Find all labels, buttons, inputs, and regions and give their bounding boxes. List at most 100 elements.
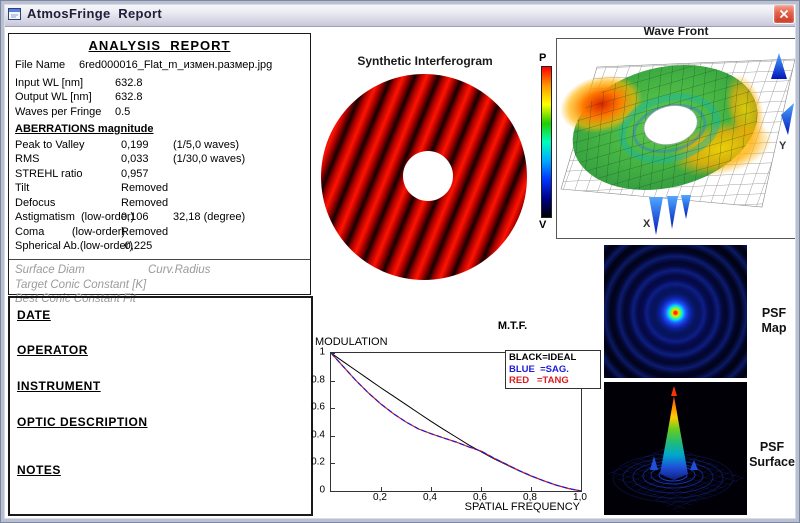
mtf-x-axis-title: SPATIAL FREQUENCY: [464, 501, 580, 513]
aberration-extra: [173, 181, 310, 196]
mtf-x-tick-mark: [531, 487, 532, 491]
section-divider: [9, 258, 310, 260]
mtf-y-tick-mark: [331, 408, 335, 410]
aberration-value: 0,957: [121, 167, 149, 180]
file-name-label: File Name: [15, 59, 66, 71]
mtf-x-tick-mark: [481, 487, 482, 491]
aberration-label: Astigmatism (low-order): [15, 211, 135, 224]
conic-left-label: Surface Diam: [15, 263, 85, 276]
aberration-value: Removed: [121, 225, 169, 238]
aberration-row: Astigmatism (low-order) 0,106 32,18 (deg…: [9, 210, 310, 225]
param-row: Input WL [nm] 632.8: [9, 76, 310, 90]
aberration-row: STREHL ratio 0,957: [9, 167, 310, 182]
analysis-report-panel: ANALYSIS REPORT File Name 6red000016_Fla…: [8, 33, 311, 305]
param-value: 632.8: [115, 91, 143, 104]
mtf-y-tick: 0.2: [311, 456, 325, 468]
aberration-label: Tilt: [15, 182, 30, 195]
mtf-y-tick-mark: [331, 463, 335, 465]
aberration-extra: [173, 225, 310, 240]
mtf-y-tick-mark: [331, 380, 335, 382]
aberration-row: Peak to Valley 0,199 (1/5,0 waves): [9, 138, 310, 153]
param-label: Input WL [nm]: [15, 77, 84, 89]
aberration-row: Coma (low-order) Removed: [9, 225, 310, 240]
aberration-row: Spherical Ab.(low-order) -0,225: [9, 239, 310, 254]
wavefront-surface-plot: X Y: [560, 53, 796, 235]
mtf-y-tick: 0.4: [311, 429, 325, 441]
conic-right-label: Curv.Radius: [148, 263, 211, 276]
psf-surface-image: [604, 382, 747, 515]
mtf-title: M.T.F.: [497, 320, 528, 332]
aberration-extra: (1/30,0 waves): [173, 153, 246, 166]
aberration-value: 0,199: [121, 138, 149, 151]
mtf-y-tick-mark: [331, 353, 335, 354]
conic-right-label: [148, 278, 310, 293]
aberration-label: Spherical Ab.(low-order): [15, 240, 133, 253]
mtf-y-tick-labels: 1 0.8 0.6 0.4 0.2 0: [300, 347, 327, 496]
wavefront-y-axis-label: Y: [779, 140, 787, 152]
psf-map-label: PSF Map: [746, 306, 800, 336]
aberration-value: Removed: [121, 182, 169, 195]
aberration-value: 0,106: [121, 211, 149, 224]
mtf-x-tick-mark: [381, 487, 382, 491]
aberration-value: -0,225: [121, 240, 153, 253]
psf-map-label-line1: PSF: [761, 306, 787, 320]
param-row: Waves per Fringe 0.5: [9, 105, 310, 119]
aberration-row: Defocus Removed: [9, 196, 310, 211]
app-icon[interactable]: [7, 6, 23, 22]
aberration-extra: 32,18 (degree): [173, 211, 246, 224]
aberration-label: Coma (low-order): [15, 225, 126, 238]
report-window: AtmosFringe Report ANALYSIS REPORT File …: [0, 0, 800, 523]
colorbar-valley-label: V: [539, 219, 547, 231]
aberration-label: RMS: [15, 153, 40, 166]
close-icon: [780, 9, 788, 18]
aberration-extra: (1/5,0 waves): [173, 138, 240, 151]
aberration-label: STREHL ratio: [15, 167, 83, 180]
wavefront-colorbar: [541, 66, 552, 218]
wavelength-params: Input WL [nm] 632.8 Output WL [nm] 632.8…: [9, 76, 310, 119]
aberrations-list: Peak to Valley 0,199 (1/5,0 waves) RMS 0…: [9, 138, 310, 254]
report-field-heading: OPTIC DESCRIPTION: [17, 415, 148, 429]
conic-left-label: Target Conic Constant [K]: [15, 278, 147, 291]
param-label: Output WL [nm]: [15, 91, 92, 104]
aberration-label: Peak to Valley: [15, 138, 85, 151]
mtf-y-axis-title: MODULATION: [315, 336, 388, 348]
interferogram-title: Synthetic Interferogram: [357, 54, 493, 68]
interferogram-center-hole: [403, 151, 453, 201]
report-field-heading: NOTES: [17, 463, 61, 477]
report-fields-panel: DATE OPERATOR INSTRUMENT OPTIC DESCRIPTI…: [8, 296, 313, 516]
mtf-legend: BLACK=IDEAL BLUE =SAG. RED =TANG: [505, 350, 601, 389]
aberration-row: RMS 0,033 (1/30,0 waves): [9, 152, 310, 167]
mtf-y-tick: 1: [319, 346, 325, 358]
window-title: AtmosFringe Report: [27, 6, 162, 21]
colorbar-peak-label: P: [539, 52, 547, 64]
aberration-extra: [173, 239, 310, 254]
mtf-y-tick: 0.8: [311, 374, 325, 386]
report-field-heading: INSTRUMENT: [17, 379, 101, 393]
param-row: Output WL [nm] 632.8: [9, 90, 310, 104]
mtf-legend-entry: BLUE =SAG.: [509, 363, 569, 375]
param-label: Waves per Fringe: [15, 105, 102, 118]
mtf-legend-entry: BLACK=IDEAL: [509, 352, 577, 363]
conic-row: Target Conic Constant [K]: [9, 278, 310, 293]
interferogram-image: [321, 74, 527, 280]
wavefront-x-axis-label: X: [643, 218, 651, 230]
wavefront-panel: X Y: [556, 38, 798, 239]
mtf-legend-entry: RED =TANG: [509, 375, 569, 386]
title-bar[interactable]: AtmosFringe Report: [1, 1, 799, 27]
analysis-report-title: ANALYSIS REPORT: [88, 38, 231, 53]
mtf-y-tick: 0: [319, 484, 325, 496]
psf-surface-label-line2: Surface: [749, 455, 795, 469]
mtf-y-tick-mark: [331, 435, 335, 437]
psf-surface-plot: [604, 382, 747, 515]
aberration-value: 0,033: [121, 153, 149, 166]
aberrations-header: ABERRATIONS magnitude: [15, 122, 154, 135]
close-button[interactable]: [773, 3, 795, 24]
aberration-label: Defocus: [15, 196, 56, 209]
mtf-y-tick: 0.6: [311, 401, 325, 413]
mtf-x-tick-mark: [431, 487, 432, 491]
aberration-row: Tilt Removed: [9, 181, 310, 196]
file-name-row: File Name 6red000016_Flat_m_измен.размер…: [9, 58, 310, 72]
file-name-value: 6red000016_Flat_m_измен.размер.jpg: [79, 59, 273, 71]
report-field-heading: OPERATOR: [17, 343, 88, 357]
mtf-x-tick: 0,2: [373, 492, 387, 503]
